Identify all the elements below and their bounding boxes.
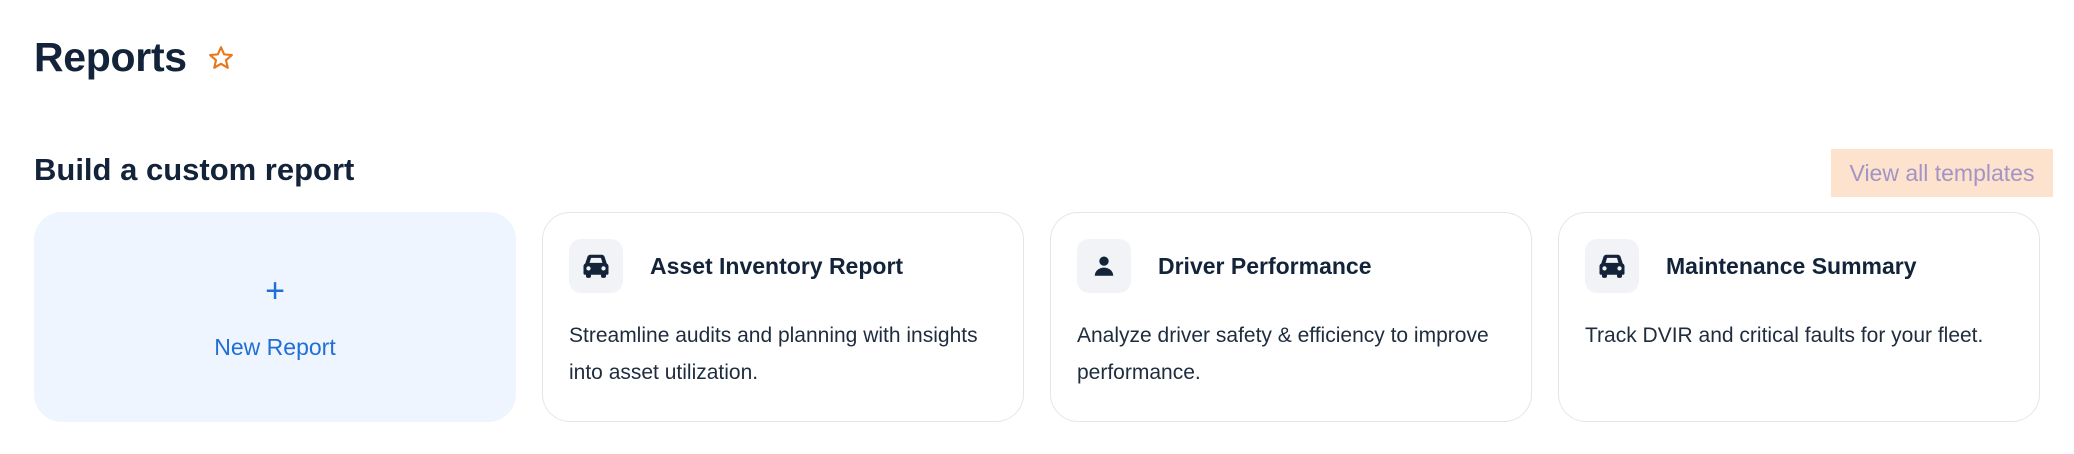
report-cards: + New Report Asset Inventory Report Stre… bbox=[34, 212, 2040, 422]
page-title: Reports bbox=[34, 34, 187, 80]
card-description: Streamline audits and planning with insi… bbox=[569, 324, 978, 384]
card-header: Maintenance Summary bbox=[1585, 239, 2013, 293]
template-card-maintenance-summary[interactable]: Maintenance Summary Track DVIR and criti… bbox=[1558, 212, 2040, 422]
template-card-asset-inventory[interactable]: Asset Inventory Report Streamline audits… bbox=[542, 212, 1024, 422]
new-report-card[interactable]: + New Report bbox=[34, 212, 516, 422]
card-description: Analyze driver safety & efficiency to im… bbox=[1077, 324, 1489, 384]
reports-page: Reports Build a custom report View all t… bbox=[0, 0, 2074, 454]
new-report-label: New Report bbox=[214, 333, 336, 360]
section-title: Build a custom report bbox=[34, 152, 355, 187]
car-icon bbox=[1585, 239, 1639, 293]
card-title: Asset Inventory Report bbox=[650, 252, 904, 279]
template-card-driver-performance[interactable]: Driver Performance Analyze driver safety… bbox=[1050, 212, 1532, 422]
card-header: Driver Performance bbox=[1077, 239, 1505, 293]
person-icon bbox=[1077, 239, 1131, 293]
card-description: Track DVIR and critical faults for your … bbox=[1585, 324, 1984, 347]
card-title: Maintenance Summary bbox=[1666, 252, 1917, 279]
view-all-templates-button[interactable]: View all templates bbox=[1831, 149, 2053, 197]
card-title: Driver Performance bbox=[1158, 252, 1372, 279]
page-header: Reports bbox=[34, 34, 237, 81]
plus-icon: + bbox=[265, 271, 285, 310]
card-header: Asset Inventory Report bbox=[569, 239, 997, 293]
car-icon bbox=[569, 239, 623, 293]
favorite-star-icon[interactable] bbox=[205, 42, 237, 74]
